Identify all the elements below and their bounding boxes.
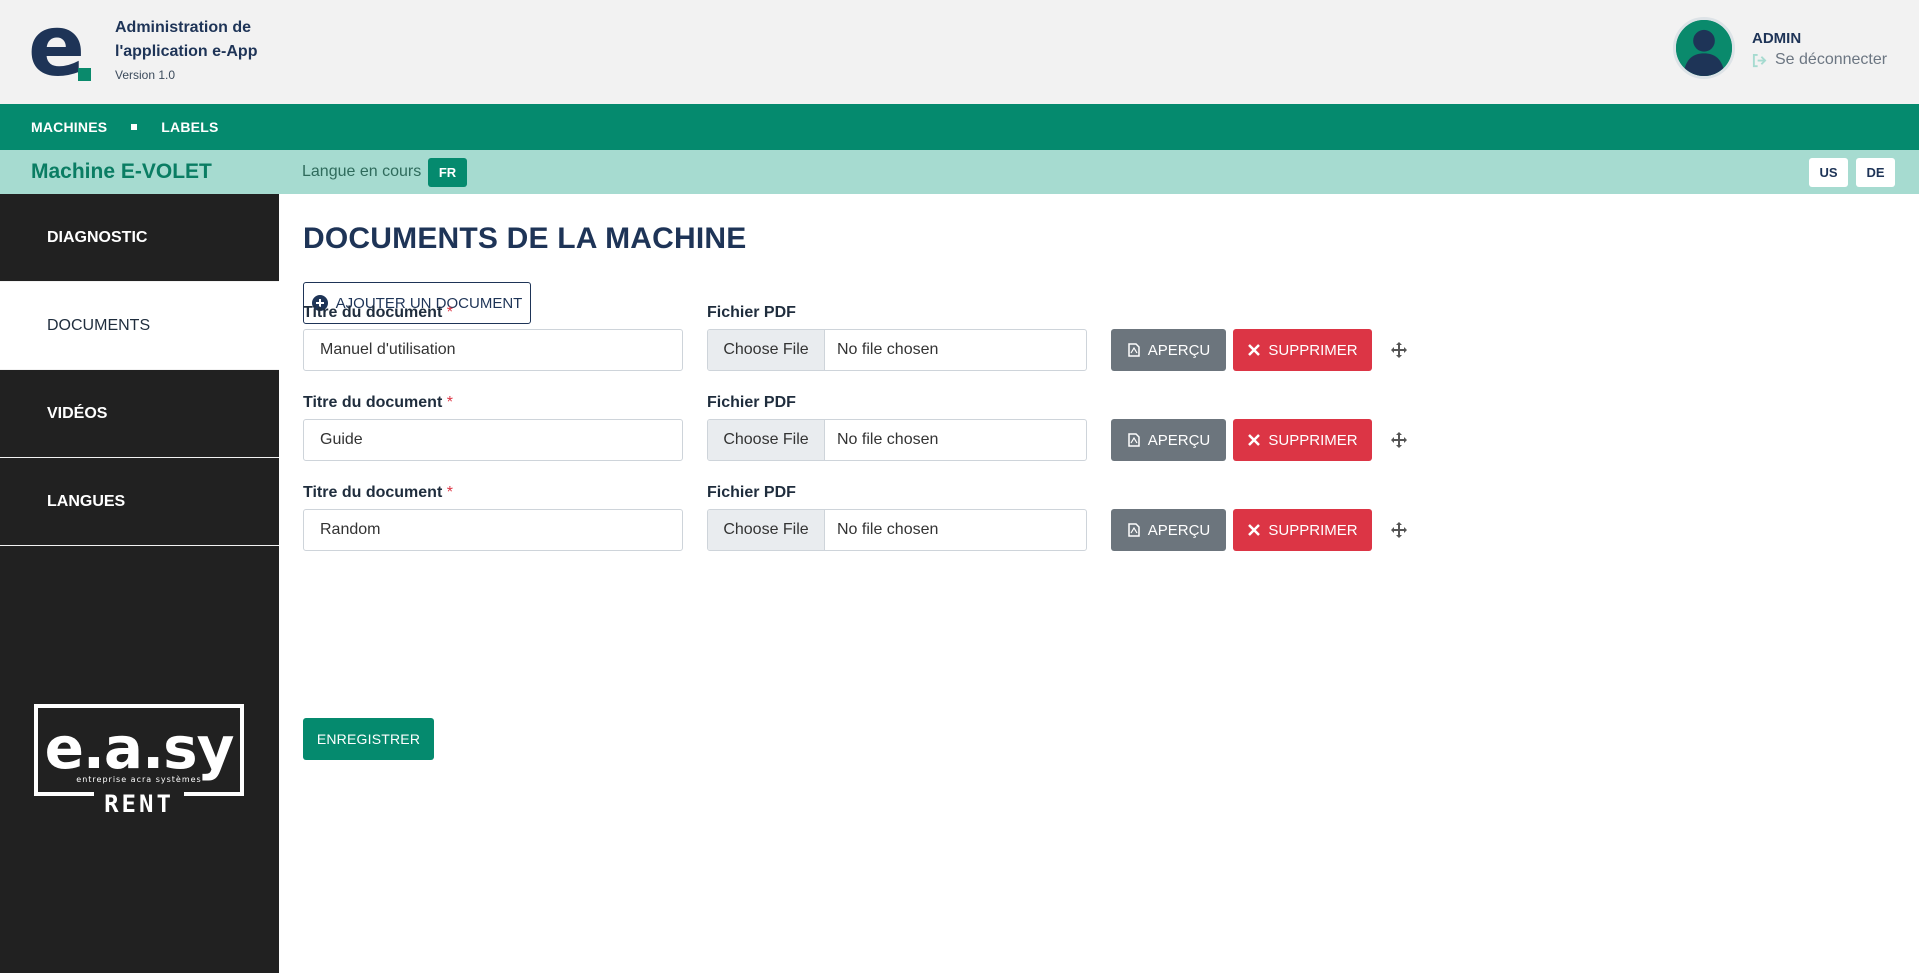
user-name: ADMIN <box>1752 30 1802 47</box>
machine-bar: Machine E-VOLET Langue en cours FR US DE <box>0 150 1919 194</box>
current-language-badge: FR <box>428 158 467 187</box>
current-language-label: Langue en cours <box>302 163 422 180</box>
nav-item-labels[interactable]: LABELS <box>161 119 218 135</box>
logout-link[interactable]: Se déconnecter <box>1752 51 1887 69</box>
preview-button[interactable]: APERÇU <box>1111 419 1226 461</box>
document-title-label: Titre du document * <box>303 484 453 501</box>
nav-item-machines[interactable]: MACHINES <box>31 119 107 135</box>
user-avatar[interactable] <box>1673 17 1735 79</box>
delete-label: SUPPRIMER <box>1268 341 1358 359</box>
language-button-de[interactable]: DE <box>1856 158 1895 187</box>
delete-button[interactable]: SUPPRIMER <box>1233 329 1372 371</box>
preview-label: APERÇU <box>1147 521 1211 539</box>
pdf-file-input[interactable]: Choose File No file chosen <box>707 509 1087 551</box>
language-button-us[interactable]: US <box>1809 158 1848 187</box>
required-mark: * <box>446 484 453 501</box>
pdf-file-input[interactable]: Choose File No file chosen <box>707 419 1087 461</box>
pdf-file-label: Fichier PDF <box>707 394 796 411</box>
sidebar-item-documents[interactable]: DOCUMENTS <box>0 282 279 370</box>
user-silhouette-icon <box>1676 20 1732 76</box>
app-header: e Administration de l'application e-App … <box>0 0 1919 104</box>
close-icon <box>1248 524 1261 536</box>
document-title-input[interactable] <box>303 329 683 371</box>
move-arrows-icon[interactable] <box>1390 521 1408 539</box>
move-arrows-icon[interactable] <box>1390 341 1408 359</box>
file-pdf-icon <box>1127 433 1140 447</box>
document-title-input[interactable] <box>303 509 683 551</box>
main-content: DOCUMENTS DE LA MACHINE AJOUTER UN DOCUM… <box>279 194 1919 973</box>
document-row: Titre du document * Fichier PDF Choose F… <box>303 304 1503 386</box>
document-title-label: Titre du document * <box>303 394 453 411</box>
nav-separator <box>131 124 138 130</box>
sidebar-item-diagnostic[interactable]: DIAGNOSTIC <box>0 194 279 282</box>
page-title: DOCUMENTS DE LA MACHINE <box>303 222 747 255</box>
easy-logo-text: e.a.sy <box>45 714 234 782</box>
top-navigation: MACHINES LABELS <box>0 104 1919 150</box>
required-mark: * <box>446 304 453 321</box>
choose-file-button[interactable]: Choose File <box>708 420 825 460</box>
file-pdf-icon <box>1127 343 1140 357</box>
file-pdf-icon <box>1127 523 1140 537</box>
document-row: Titre du document * Fichier PDF Choose F… <box>303 394 1503 476</box>
file-status: No file chosen <box>837 431 939 448</box>
delete-button[interactable]: SUPPRIMER <box>1233 419 1372 461</box>
easy-logo-rent: RENT <box>104 790 174 816</box>
delete-label: SUPPRIMER <box>1268 431 1358 449</box>
preview-button[interactable]: APERÇU <box>1111 509 1226 551</box>
preview-label: APERÇU <box>1147 341 1211 359</box>
sidebar-item-langues[interactable]: LANGUES <box>0 458 279 546</box>
app-title: Administration de l'application e-App <box>115 19 258 60</box>
required-mark: * <box>446 394 453 411</box>
sidebar-item-videos[interactable]: VIDÉOS <box>0 370 279 458</box>
machine-title: Machine E-VOLET <box>31 160 212 183</box>
delete-button[interactable]: SUPPRIMER <box>1233 509 1372 551</box>
logout-label: Se déconnecter <box>1775 51 1888 68</box>
app-logo[interactable]: e <box>28 4 96 88</box>
close-icon <box>1248 434 1261 446</box>
close-icon <box>1248 344 1261 356</box>
choose-file-button[interactable]: Choose File <box>708 330 825 370</box>
save-button[interactable]: ENREGISTRER <box>303 718 434 760</box>
choose-file-button[interactable]: Choose File <box>708 510 825 550</box>
easy-rent-logo: e.a.sy entreprise acra systèmes RENT <box>34 704 244 816</box>
file-status: No file chosen <box>837 521 939 538</box>
logo-dot <box>78 68 91 81</box>
file-status: No file chosen <box>837 341 939 358</box>
easy-logo-tagline: entreprise acra systèmes <box>76 774 201 784</box>
app-version: Version 1.0 <box>115 68 176 82</box>
logo-letter-e: e <box>28 0 85 95</box>
sidebar: DIAGNOSTIC DOCUMENTS VIDÉOS LANGUES e.a.… <box>0 194 279 973</box>
delete-label: SUPPRIMER <box>1268 521 1358 539</box>
pdf-file-label: Fichier PDF <box>707 304 796 321</box>
pdf-file-label: Fichier PDF <box>707 484 796 501</box>
sign-out-icon <box>1752 53 1767 67</box>
document-row: Titre du document * Fichier PDF Choose F… <box>303 484 1503 566</box>
document-title-label: Titre du document * <box>303 304 453 321</box>
document-title-input[interactable] <box>303 419 683 461</box>
preview-label: APERÇU <box>1147 431 1211 449</box>
move-arrows-icon[interactable] <box>1390 431 1408 449</box>
pdf-file-input[interactable]: Choose File No file chosen <box>707 329 1087 371</box>
preview-button[interactable]: APERÇU <box>1111 329 1226 371</box>
